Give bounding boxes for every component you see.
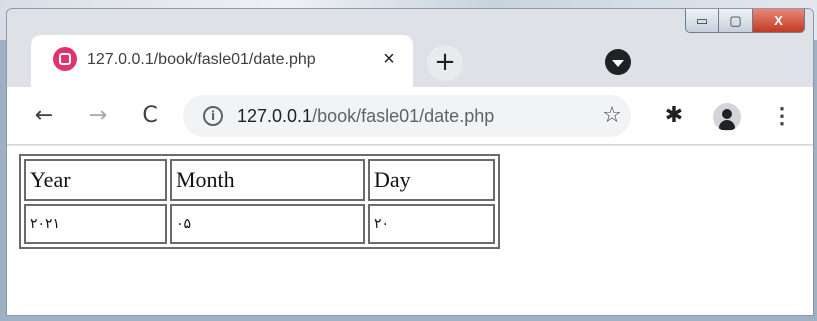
close-window-button[interactable]: X — [753, 9, 805, 33]
url-path: /book/fasle01/date.php — [312, 106, 495, 126]
info-icon[interactable]: i — [203, 106, 223, 126]
table-header-row: Year Month Day — [24, 159, 495, 201]
profile-avatar-icon[interactable] — [713, 103, 741, 131]
browser-window: 127.0.0.1/book/fasle01/date.php × + ▭ ▢ … — [6, 8, 814, 316]
table-row: ۲۰۲۱ ۰۵ ۲۰ — [24, 204, 495, 244]
app-favicon-icon — [53, 47, 77, 71]
address-bar[interactable]: i 127.0.0.1/book/fasle01/date.php — [183, 95, 631, 137]
maximize-button[interactable]: ▢ — [719, 9, 753, 33]
header-month: Month — [170, 159, 365, 201]
close-tab-icon[interactable]: × — [377, 47, 401, 71]
forward-arrow-icon[interactable]: → — [83, 101, 113, 131]
header-year: Year — [24, 159, 167, 201]
reload-icon[interactable]: C — [135, 101, 165, 131]
date-table: Year Month Day ۲۰۲۱ ۰۵ ۲۰ — [19, 154, 500, 249]
extensions-puzzle-icon[interactable]: ✱ — [659, 101, 689, 131]
tab-title: 127.0.0.1/book/fasle01/date.php — [87, 51, 316, 68]
tab-search-icon[interactable] — [605, 49, 631, 75]
new-tab-button[interactable]: + — [427, 45, 463, 81]
minimize-button[interactable]: ▭ — [685, 9, 719, 33]
active-tab[interactable]: 127.0.0.1/book/fasle01/date.php × — [31, 35, 413, 87]
more-menu-icon[interactable]: ⋮ — [767, 101, 797, 131]
window-controls: ▭ ▢ X — [685, 9, 805, 33]
page-viewport: Year Month Day ۲۰۲۱ ۰۵ ۲۰ — [7, 146, 813, 315]
url-text[interactable]: 127.0.0.1/book/fasle01/date.php — [237, 106, 494, 127]
cell-day: ۲۰ — [368, 204, 495, 244]
header-day: Day — [368, 159, 495, 201]
tab-strip: 127.0.0.1/book/fasle01/date.php × + ▭ ▢ … — [7, 9, 813, 87]
cell-month: ۰۵ — [170, 204, 365, 244]
url-host: 127.0.0.1 — [237, 106, 313, 126]
bookmark-star-icon[interactable]: ☆ — [597, 101, 627, 131]
cell-year: ۲۰۲۱ — [24, 204, 167, 244]
browser-toolbar: ← → C i 127.0.0.1/book/fasle01/date.php … — [7, 87, 813, 145]
back-arrow-icon[interactable]: ← — [29, 101, 59, 131]
